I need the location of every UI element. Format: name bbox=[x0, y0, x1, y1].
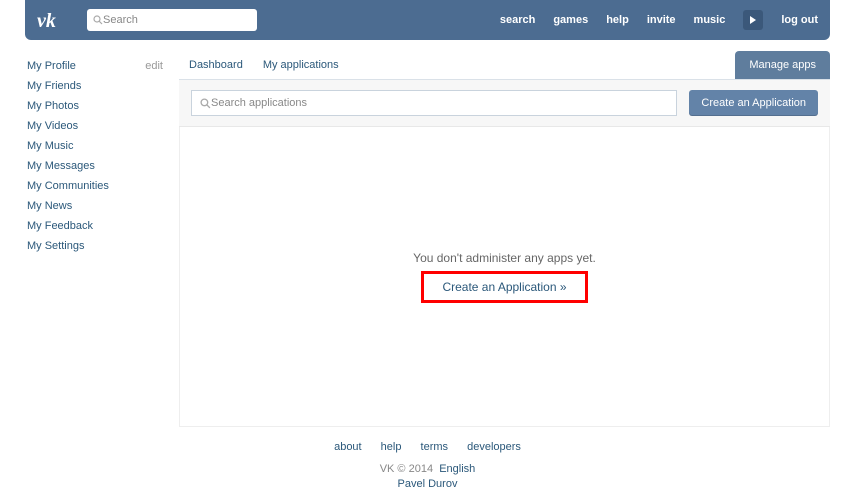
sidebar-item-news[interactable]: My News bbox=[27, 200, 72, 212]
footer-help[interactable]: help bbox=[381, 441, 402, 453]
create-app-button[interactable]: Create an Application bbox=[689, 90, 818, 116]
global-search-input[interactable] bbox=[103, 14, 251, 26]
sidebar-item-music[interactable]: My Music bbox=[27, 140, 73, 152]
nav-games[interactable]: games bbox=[553, 14, 588, 26]
sidebar-item-communities[interactable]: My Communities bbox=[27, 180, 109, 192]
nav-search[interactable]: search bbox=[500, 14, 535, 26]
header: vk search games help invite music log ou… bbox=[25, 0, 830, 40]
search-icon bbox=[200, 98, 211, 109]
main-content: Dashboard My applications Manage apps Cr… bbox=[179, 48, 830, 427]
global-search[interactable] bbox=[87, 9, 257, 31]
nav-invite[interactable]: invite bbox=[647, 14, 676, 26]
footer-copyright: VK © 2014 bbox=[380, 463, 433, 475]
tab-my-applications[interactable]: My applications bbox=[253, 51, 349, 79]
search-icon bbox=[93, 15, 103, 25]
create-app-link[interactable]: Create an Application » bbox=[442, 280, 566, 294]
sidebar-edit-link[interactable]: edit bbox=[145, 60, 163, 72]
app-search-input[interactable] bbox=[211, 97, 668, 109]
tabs-bar: Dashboard My applications Manage apps bbox=[179, 48, 830, 80]
sidebar: My Profile edit My Friends My Photos My V… bbox=[25, 48, 165, 427]
footer: about help terms developers VK © 2014 En… bbox=[0, 441, 855, 490]
content-area: You don't administer any apps yet. Creat… bbox=[179, 127, 830, 427]
sidebar-item-profile[interactable]: My Profile bbox=[27, 60, 76, 72]
footer-developers[interactable]: developers bbox=[467, 441, 521, 453]
sidebar-item-friends[interactable]: My Friends bbox=[27, 80, 81, 92]
nav-help[interactable]: help bbox=[606, 14, 629, 26]
tab-manage-apps[interactable]: Manage apps bbox=[735, 51, 830, 79]
footer-about[interactable]: about bbox=[334, 441, 362, 453]
sidebar-item-photos[interactable]: My Photos bbox=[27, 100, 79, 112]
highlight-annotation: Create an Application » bbox=[421, 271, 587, 303]
footer-terms[interactable]: terms bbox=[421, 441, 449, 453]
tab-dashboard[interactable]: Dashboard bbox=[179, 51, 253, 79]
empty-state-text: You don't administer any apps yet. bbox=[413, 251, 596, 265]
vk-logo[interactable]: vk bbox=[37, 9, 73, 31]
svg-text:vk: vk bbox=[37, 10, 56, 31]
sidebar-item-settings[interactable]: My Settings bbox=[27, 240, 84, 252]
sidebar-item-feedback[interactable]: My Feedback bbox=[27, 220, 93, 232]
nav-music[interactable]: music bbox=[694, 14, 726, 26]
footer-author[interactable]: Pavel Durov bbox=[398, 478, 458, 490]
sidebar-item-videos[interactable]: My Videos bbox=[27, 120, 78, 132]
footer-language[interactable]: English bbox=[439, 463, 475, 475]
play-button[interactable] bbox=[743, 10, 763, 30]
toolbar: Create an Application bbox=[179, 80, 830, 127]
sidebar-item-messages[interactable]: My Messages bbox=[27, 160, 95, 172]
app-search[interactable] bbox=[191, 90, 677, 116]
nav-logout[interactable]: log out bbox=[781, 14, 818, 26]
